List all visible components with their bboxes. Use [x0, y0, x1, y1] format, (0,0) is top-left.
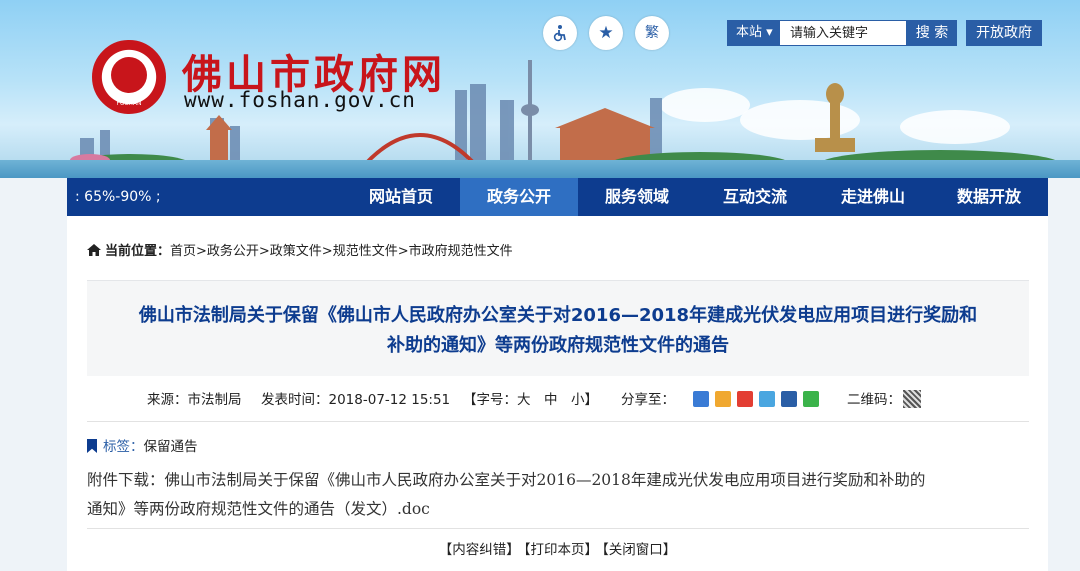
- close-window-link[interactable]: 【关闭窗口】: [602, 542, 676, 558]
- article-publish-time: 发表时间：2018-07-12 15:51: [261, 392, 451, 408]
- attachment-download[interactable]: 附件下载：佛山市法制局关于保留《佛山市人民政府办公室关于对2016—2018年建…: [87, 466, 1027, 524]
- star-icon[interactable]: ★: [589, 16, 623, 50]
- share-tencent-icon[interactable]: [759, 391, 775, 407]
- logo-text: FOSHAN: [116, 100, 142, 107]
- article-title-line-1: 佛山市法制局关于保留《佛山市人民政府办公室关于对2016—2018年建成光伏发电…: [138, 305, 978, 326]
- open-government-button[interactable]: 开放政府: [966, 20, 1042, 46]
- breadcrumb: 当前位置：首页>政务公开>政策文件>规范性文件>市政府规范性文件: [87, 240, 513, 259]
- article-title: 佛山市法制局关于保留《佛山市人民政府办公室关于对2016—2018年建成光伏发电…: [87, 301, 1029, 361]
- article-actions: 【内容纠错】 【打印本页】 【关闭窗口】: [67, 538, 1048, 558]
- share-wechat-icon[interactable]: [803, 391, 819, 407]
- nav-item-gov-affairs[interactable]: 政务公开: [460, 178, 578, 216]
- nav-item-interaction[interactable]: 互动交流: [696, 178, 814, 216]
- search-box: 本站 ▾: [727, 20, 907, 46]
- breadcrumb-path[interactable]: 首页>政务公开>政策文件>规范性文件>市政府规范性文件: [170, 244, 513, 259]
- bookmark-icon: [87, 439, 97, 453]
- qr-code-icon[interactable]: [903, 390, 921, 408]
- foshan-city-emblem-logo[interactable]: FOSHAN: [92, 40, 166, 114]
- nav-left-text: : 65%-90% ;: [75, 189, 161, 205]
- main-content: 当前位置：首页>政务公开>政策文件>规范性文件>市政府规范性文件 佛山市法制局关…: [67, 216, 1048, 571]
- report-error-link[interactable]: 【内容纠错】: [439, 542, 520, 558]
- article-title-line-2: 补助的通知》等两份政府规范性文件的通告: [387, 335, 729, 356]
- wheelchair-icon[interactable]: [543, 16, 577, 50]
- main-nav: : 65%-90% ; 网站首页 政务公开 服务领域 互动交流 走进佛山 数据开…: [67, 178, 1048, 216]
- accessibility-glyph: [553, 25, 566, 42]
- share-label: 分享至：: [621, 392, 675, 408]
- article-source: 来源：市法制局: [147, 392, 242, 408]
- tags-label: 标签：: [103, 439, 144, 455]
- share-weibo-icon[interactable]: [737, 391, 753, 407]
- attachment-line-1: 附件下载：佛山市法制局关于保留《佛山市人民政府办公室关于对2016—2018年建…: [87, 471, 926, 489]
- search-scope-select[interactable]: 本站 ▾: [728, 21, 780, 45]
- divider: [87, 528, 1029, 529]
- home-icon: [87, 244, 101, 256]
- share-renren-icon[interactable]: [781, 391, 797, 407]
- share-plus-icon[interactable]: [693, 391, 709, 407]
- article-title-box: 佛山市法制局关于保留《佛山市人民政府办公室关于对2016—2018年建成光伏发电…: [87, 280, 1029, 376]
- attachment-line-2: 通知》等两份政府规范性文件的通告（发文）.doc: [87, 500, 430, 518]
- traditional-chinese-button[interactable]: 繁: [635, 16, 669, 50]
- font-size-control[interactable]: 【字号：大 中 小】: [463, 388, 598, 408]
- nav-item-open-data[interactable]: 数据开放: [930, 178, 1048, 216]
- qr-label: 二维码：: [847, 392, 901, 408]
- nav-item-services[interactable]: 服务领域: [578, 178, 696, 216]
- search-button[interactable]: 搜 索: [907, 20, 957, 46]
- tag-link[interactable]: 保留通告: [144, 439, 198, 455]
- search-input[interactable]: [780, 21, 906, 45]
- emblem-center: [111, 57, 147, 93]
- nav-item-home[interactable]: 网站首页: [342, 178, 460, 216]
- article-tags: 标签：保留通告: [87, 435, 198, 455]
- share-qzone-icon[interactable]: [715, 391, 731, 407]
- nav-item-about-foshan[interactable]: 走进佛山: [814, 178, 932, 216]
- breadcrumb-label: 当前位置：: [105, 244, 171, 259]
- river-water: [0, 160, 1080, 178]
- article-meta: 来源：市法制局 发表时间：2018-07-12 15:51 【字号：大 中 小】…: [67, 388, 1048, 410]
- site-url: www.foshan.gov.cn: [184, 88, 416, 112]
- divider: [87, 421, 1029, 422]
- print-page-link[interactable]: 【打印本页】: [524, 542, 598, 558]
